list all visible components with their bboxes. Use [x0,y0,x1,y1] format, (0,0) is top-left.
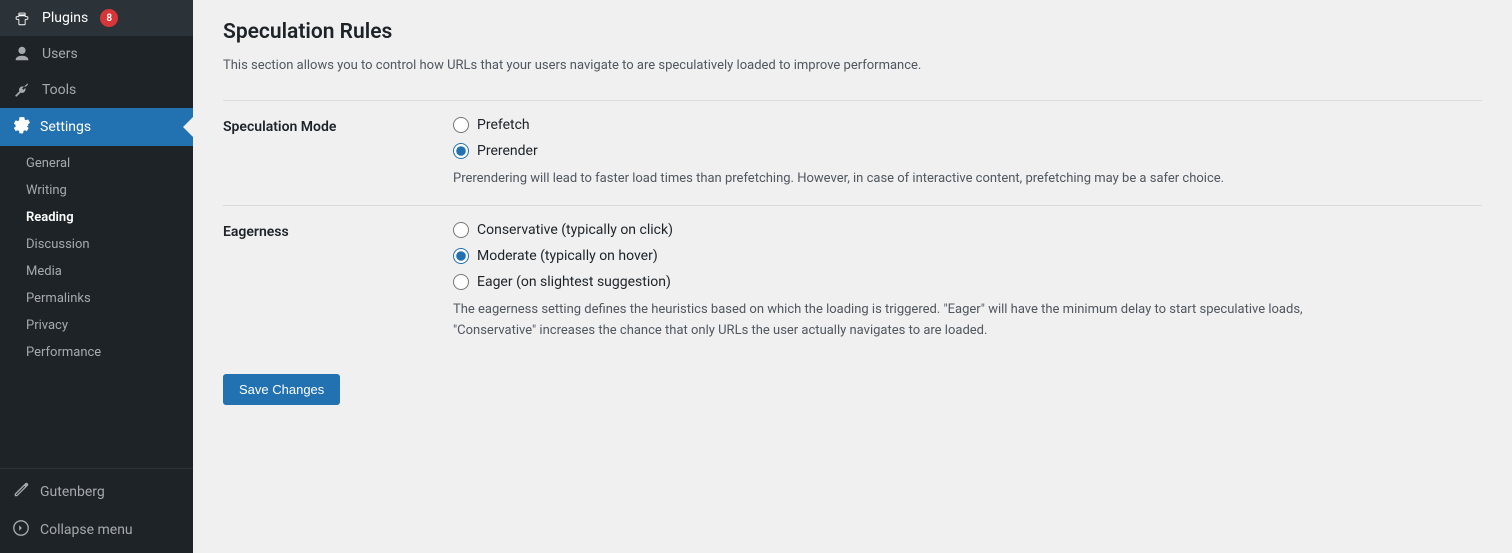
eagerness-help: The eagerness setting defines the heuris… [453,300,1353,342]
sidebar-item-settings-label: Settings [40,119,91,135]
pen-icon [12,481,30,503]
tool-icon [12,80,32,100]
prerender-radio[interactable] [453,143,469,159]
conservative-label: Conservative (typically on click) [477,222,673,238]
prefetch-label: Prefetch [477,117,530,133]
moderate-label: Moderate (typically on hover) [477,248,658,264]
sidebar-item-gutenberg-label: Gutenberg [40,484,105,500]
moderate-radio[interactable] [453,248,469,264]
eager-radio[interactable] [453,274,469,290]
speculation-mode-help: Prerendering will lead to faster load ti… [453,169,1353,190]
sidebar-sub-performance[interactable]: Performance [0,339,193,366]
settings-icon [12,116,30,138]
sidebar-sub-reading[interactable]: Reading [0,204,193,231]
prefetch-option[interactable]: Prefetch [453,117,1482,133]
main-content: Speculation Rules This section allows yo… [193,0,1512,553]
sidebar: Plugins 8 Users Tools Settings General W… [0,0,193,553]
save-changes-button[interactable]: Save Changes [223,374,340,405]
eagerness-row: Eagerness Conservative (typically on cli… [223,205,1482,358]
moderate-option[interactable]: Moderate (typically on hover) [453,248,1482,264]
sidebar-sub-writing[interactable]: Writing [0,177,193,204]
page-title: Speculation Rules [223,20,1482,44]
eagerness-controls: Conservative (typically on click) Modera… [453,222,1482,342]
page-description: This section allows you to control how U… [223,56,1482,76]
sidebar-item-plugins-label: Plugins [42,10,88,26]
speculation-mode-label: Speculation Mode [223,117,453,135]
prerender-label: Prerender [477,143,538,159]
settings-submenu: General Writing Reading Discussion Media… [0,146,193,370]
sidebar-sub-discussion[interactable]: Discussion [0,231,193,258]
prerender-option[interactable]: Prerender [453,143,1482,159]
sidebar-collapse-menu[interactable]: Collapse menu [0,511,193,549]
plugin-icon [12,8,32,28]
sidebar-sub-general[interactable]: General [0,150,193,177]
sidebar-item-users-label: Users [42,46,78,62]
sidebar-item-gutenberg[interactable]: Gutenberg [0,473,193,511]
eager-option[interactable]: Eager (on slightest suggestion) [453,274,1482,290]
prefetch-radio[interactable] [453,117,469,133]
sidebar-sub-permalinks[interactable]: Permalinks [0,285,193,312]
eagerness-label: Eagerness [223,222,453,240]
speculation-mode-row: Speculation Mode Prefetch Prerender Prer… [223,100,1482,206]
sidebar-item-users[interactable]: Users [0,36,193,72]
sidebar-sub-privacy[interactable]: Privacy [0,312,193,339]
sidebar-item-tools[interactable]: Tools [0,72,193,108]
plugins-badge: 8 [100,9,118,27]
speculation-mode-controls: Prefetch Prerender Prerendering will lea… [453,117,1482,190]
collapse-icon [12,519,30,541]
sidebar-item-plugins[interactable]: Plugins 8 [0,0,193,36]
eager-label: Eager (on slightest suggestion) [477,274,671,290]
user-icon [12,44,32,64]
sidebar-item-settings[interactable]: Settings [0,108,193,146]
sidebar-item-tools-label: Tools [42,82,76,98]
conservative-option[interactable]: Conservative (typically on click) [453,222,1482,238]
sidebar-bottom: Gutenberg Collapse menu [0,468,193,553]
sidebar-collapse-label: Collapse menu [40,522,133,538]
sidebar-sub-media[interactable]: Media [0,258,193,285]
conservative-radio[interactable] [453,222,469,238]
